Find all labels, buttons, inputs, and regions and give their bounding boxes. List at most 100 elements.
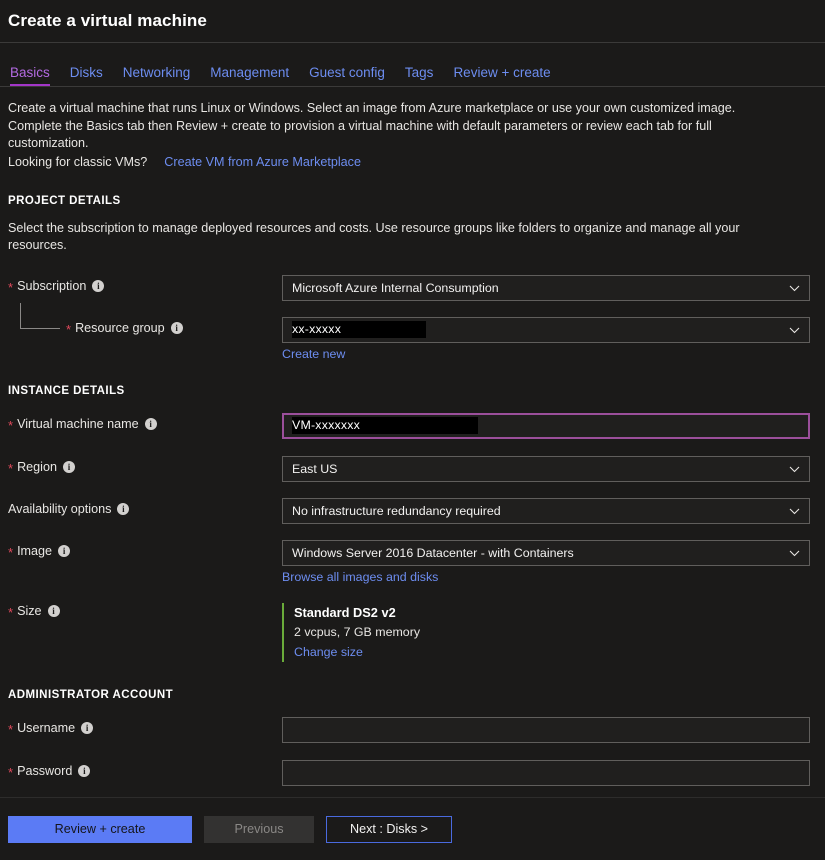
required-indicator: * (8, 419, 13, 432)
tree-connector (20, 303, 60, 329)
username-label-group: * Username i (8, 717, 282, 735)
tab-review-create[interactable]: Review + create (443, 66, 560, 87)
classic-vm-prompt: Looking for classic VMs? (8, 155, 147, 169)
password-label-group: * Password i (8, 760, 282, 778)
password-row: * Password i (8, 760, 815, 786)
required-indicator: * (8, 606, 13, 619)
required-indicator: * (8, 723, 13, 736)
info-icon[interactable]: i (58, 545, 70, 557)
page-title: Create a virtual machine (8, 11, 207, 31)
required-indicator: * (8, 546, 13, 559)
review-create-button[interactable]: Review + create (8, 816, 192, 843)
image-control: Windows Server 2016 Datacenter - with Co… (282, 540, 815, 584)
tab-networking[interactable]: Networking (113, 66, 201, 87)
subscription-value: Microsoft Azure Internal Consumption (292, 281, 499, 295)
info-icon[interactable]: i (171, 322, 183, 334)
create-vm-marketplace-link[interactable]: Create VM from Azure Marketplace (164, 155, 361, 169)
availability-options-value: No infrastructure redundancy required (292, 504, 501, 518)
create-new-link[interactable]: Create new (282, 347, 345, 361)
tab-basics[interactable]: Basics (10, 66, 60, 87)
project-details-heading: PROJECT DETAILS (8, 195, 815, 207)
chevron-down-icon (789, 547, 800, 558)
subscription-label: Subscription (17, 279, 86, 293)
region-label-group: * Region i (8, 456, 282, 474)
size-spec: 2 vcpus, 7 GB memory (294, 622, 815, 642)
blade-title-bar: Create a virtual machine (0, 0, 825, 43)
create-vm-blade: Create a virtual machine Basics Disks Ne… (0, 0, 825, 860)
blade-content: Create a virtual machine that runs Linux… (0, 88, 825, 797)
tab-tags[interactable]: Tags (395, 66, 444, 87)
subscription-label-group: * Subscription i (8, 275, 282, 293)
vm-name-control: VM-xxxxxxx ✓ (282, 413, 815, 439)
intro-line-3: customization. (8, 135, 798, 153)
vm-name-label-group: * Virtual machine name i (8, 413, 282, 431)
change-size-link[interactable]: Change size (294, 645, 363, 659)
intro-line-1: Create a virtual machine that runs Linux… (8, 100, 798, 118)
tab-disks[interactable]: Disks (60, 66, 113, 87)
intro-paragraph: Create a virtual machine that runs Linux… (8, 100, 798, 153)
size-label: Size (17, 604, 42, 618)
username-row: * Username i (8, 717, 815, 743)
image-label: Image (17, 544, 52, 558)
next-disks-button[interactable]: Next : Disks > (326, 816, 452, 843)
info-icon[interactable]: i (81, 722, 93, 734)
size-name: Standard DS2 v2 (294, 603, 815, 622)
subscription-dropdown[interactable]: Microsoft Azure Internal Consumption (282, 275, 810, 301)
chevron-down-icon (789, 463, 800, 474)
availability-options-label-group: Availability options i (8, 498, 282, 516)
password-control (282, 760, 815, 786)
administrator-account-heading: ADMINISTRATOR ACCOUNT (8, 689, 815, 701)
availability-options-row: Availability options i No infrastructure… (8, 498, 815, 524)
image-value: Windows Server 2016 Datacenter - with Co… (292, 546, 574, 560)
resource-group-row: * Resource group i xx-xxxxx Create new (8, 317, 815, 361)
required-indicator: * (8, 281, 13, 294)
password-input[interactable] (282, 760, 810, 786)
region-value: East US (292, 462, 337, 476)
region-row: * Region i East US (8, 456, 815, 482)
instance-details-heading: INSTANCE DETAILS (8, 385, 815, 397)
chevron-down-icon (789, 505, 800, 516)
info-icon[interactable]: i (145, 418, 157, 430)
info-icon[interactable]: i (92, 280, 104, 292)
region-dropdown[interactable]: East US (282, 456, 810, 482)
subscription-row: * Subscription i Microsoft Azure Interna… (8, 275, 815, 301)
resource-group-control: xx-xxxxx Create new (282, 317, 815, 361)
resource-group-dropdown[interactable]: xx-xxxxx (282, 317, 810, 343)
wizard-action-bar: Review + create Previous Next : Disks > (0, 797, 825, 860)
username-input[interactable] (282, 717, 810, 743)
create-new-rg-row: Create new (282, 347, 815, 361)
resource-group-value: xx-xxxxx (292, 321, 426, 338)
username-control (282, 717, 815, 743)
subscription-control: Microsoft Azure Internal Consumption (282, 275, 815, 301)
image-label-group: * Image i (8, 540, 282, 558)
required-indicator: * (8, 766, 13, 779)
size-control: Standard DS2 v2 2 vcpus, 7 GB memory Cha… (282, 602, 815, 662)
previous-button: Previous (204, 816, 314, 843)
chevron-down-icon (789, 282, 800, 293)
vm-name-input[interactable]: VM-xxxxxxx ✓ (282, 413, 810, 439)
classic-vm-row: Looking for classic VMs? Create VM from … (8, 155, 815, 169)
image-row: * Image i Windows Server 2016 Datacenter… (8, 540, 815, 584)
info-icon[interactable]: i (78, 765, 90, 777)
required-indicator: * (66, 323, 71, 336)
vm-name-row: * Virtual machine name i VM-xxxxxxx ✓ (8, 413, 815, 439)
vm-name-value: VM-xxxxxxx (292, 417, 478, 434)
project-details-description: Select the subscription to manage deploy… (8, 220, 788, 255)
username-label: Username (17, 721, 75, 735)
size-label-group: * Size i (8, 602, 282, 618)
region-label: Region (17, 460, 57, 474)
password-label: Password (17, 764, 72, 778)
image-dropdown[interactable]: Windows Server 2016 Datacenter - with Co… (282, 540, 810, 566)
browse-images-link[interactable]: Browse all images and disks (282, 570, 438, 584)
availability-options-dropdown[interactable]: No infrastructure redundancy required (282, 498, 810, 524)
wizard-tab-bar: Basics Disks Networking Management Guest… (0, 43, 825, 87)
info-icon[interactable]: i (63, 461, 75, 473)
size-summary-card: Standard DS2 v2 2 vcpus, 7 GB memory Cha… (282, 603, 815, 662)
chevron-down-icon (789, 324, 800, 335)
info-icon[interactable]: i (117, 503, 129, 515)
tab-guest-config[interactable]: Guest config (299, 66, 395, 87)
resource-group-label: Resource group (75, 321, 165, 335)
tab-management[interactable]: Management (200, 66, 299, 87)
info-icon[interactable]: i (48, 605, 60, 617)
required-indicator: * (8, 462, 13, 475)
